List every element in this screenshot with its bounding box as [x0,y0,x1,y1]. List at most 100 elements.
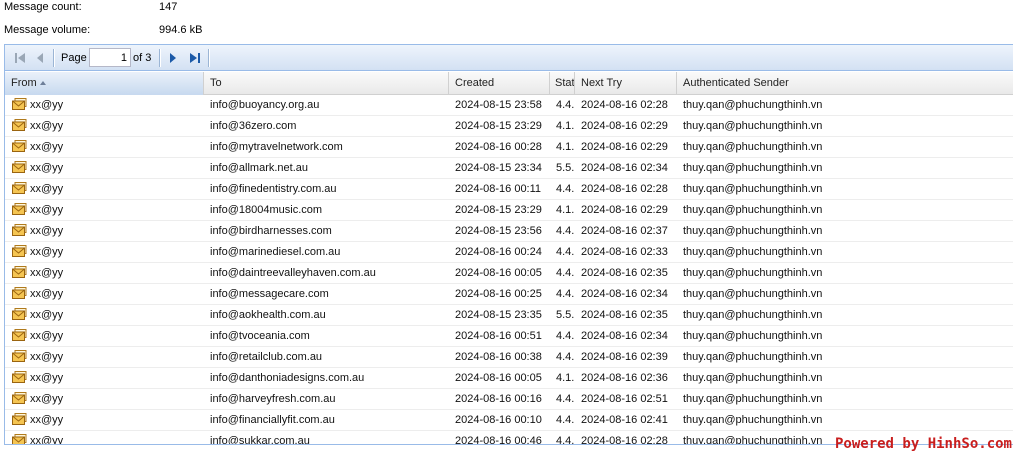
table-row[interactable]: xx@yy info@buoyancy.org.au 2024-08-15 23:5… [5,95,1013,116]
table-row[interactable]: xx@yy info@mytravelnetwork.com 2024-08-16 … [5,137,1013,158]
to-cell: info@allmark.net.au [210,162,308,174]
created-cell: 2024-08-16 00:05 [455,267,542,279]
from-address: xx@yy [30,204,64,216]
from-address: xx@yy [30,267,64,279]
table-row[interactable]: xx@yy info@financiallyfit.com.au 2024-08-1… [5,410,1013,431]
to-cell: info@mytravelnetwork.com [210,141,343,153]
authenticated-sender-cell: thuy.qan@phuchungthinh.vn [683,330,823,342]
queue-grid: Page of 3 From To Created Stat Next Try … [4,44,1013,445]
table-row[interactable]: xx@yy info@finedentistry.com.au 2024-08-16… [5,179,1013,200]
created-cell: 2024-08-15 23:34 [455,162,542,174]
authenticated-sender-cell: thuy.qan@phuchungthinh.vn [683,309,823,321]
envelope-icon [12,118,27,136]
authenticated-sender-cell: thuy.qan@phuchungthinh.vn [683,288,823,300]
envelope-icon [12,244,27,262]
next-page-button[interactable] [165,50,181,66]
from-address: xx@yy [30,372,64,384]
column-header-from[interactable]: From [5,72,204,95]
to-cell: info@financiallyfit.com.au [210,414,335,426]
from-address: xx@yy [30,288,64,300]
created-cell: 2024-08-16 00:10 [455,414,542,426]
next-try-cell: 2024-08-16 02:34 [581,330,668,342]
from-address: xx@yy [30,351,64,363]
toolbar-separator [208,49,210,67]
from-address: xx@yy [30,246,64,258]
envelope-icon [12,349,27,367]
envelope-icon [12,433,27,444]
last-page-icon [190,53,200,63]
column-header-to[interactable]: To [204,72,449,95]
column-header-label: Next Try [581,77,622,89]
created-cell: 2024-08-15 23:56 [455,225,542,237]
status-cell: 4.4. [556,414,575,426]
table-row[interactable]: xx@yy info@danthoniadesigns.com.au 2024-08… [5,368,1013,389]
from-address: xx@yy [30,120,64,132]
from-address: xx@yy [30,183,64,195]
envelope-icon [12,223,27,241]
next-page-icon [170,53,176,63]
next-try-cell: 2024-08-16 02:51 [581,393,668,405]
authenticated-sender-cell: thuy.qan@phuchungthinh.vn [683,99,823,111]
from-cell: xx@yy [5,263,204,283]
envelope-icon [12,202,27,220]
table-row[interactable]: xx@yy info@tvoceania.com 2024-08-16 00:51 4… [5,326,1013,347]
table-row[interactable]: xx@yy info@36zero.com 2024-08-15 23:29 4.1.… [5,116,1013,137]
next-try-cell: 2024-08-16 02:36 [581,372,668,384]
table-row[interactable]: xx@yy info@marinediesel.com.au 2024-08-16 … [5,242,1013,263]
table-row[interactable]: xx@yy info@allmark.net.au 2024-08-15 23:34… [5,158,1013,179]
page-total-label: of 3 [133,52,152,64]
status-cell: 4.4. [556,183,575,195]
authenticated-sender-cell: thuy.qan@phuchungthinh.vn [683,204,823,216]
prev-page-button[interactable] [32,50,48,66]
authenticated-sender-cell: thuy.qan@phuchungthinh.vn [683,414,823,426]
authenticated-sender-cell: thuy.qan@phuchungthinh.vn [683,267,823,279]
from-address: xx@yy [30,99,64,111]
envelope-icon [12,160,27,178]
to-cell: info@daintreevalleyhaven.com.au [210,267,376,279]
status-cell: 4.4. [556,330,575,342]
from-cell: xx@yy [5,389,204,409]
from-address: xx@yy [30,330,64,342]
table-row[interactable]: xx@yy info@birdharnesses.com 2024-08-15 23… [5,221,1013,242]
column-header-authenticated-sender[interactable]: Authenticated Sender [677,72,1013,95]
table-row[interactable]: xx@yy info@harveyfresh.com.au 2024-08-16 0… [5,389,1013,410]
table-row[interactable]: xx@yy info@retailclub.com.au 2024-08-16 00… [5,347,1013,368]
column-header-label: Created [455,77,495,89]
to-cell: info@aokhealth.com.au [210,309,326,321]
created-cell: 2024-08-15 23:29 [455,204,542,216]
from-cell: xx@yy [5,200,204,220]
envelope-icon [12,181,27,199]
envelope-icon [12,286,27,304]
from-cell: xx@yy [5,95,204,115]
table-row[interactable]: xx@yy info@daintreevalleyhaven.com.au 2024… [5,263,1013,284]
created-cell: 2024-08-15 23:35 [455,309,542,321]
from-cell: xx@yy [5,116,204,136]
message-volume-label: Message volume: [4,24,91,36]
table-row[interactable]: xx@yy info@messagecare.com 2024-08-16 00:2… [5,284,1013,305]
first-page-button[interactable] [12,50,28,66]
authenticated-sender-cell: thuy.qan@phuchungthinh.vn [683,372,823,384]
from-address: xx@yy [30,141,64,153]
from-cell: xx@yy [5,305,204,325]
column-header-created[interactable]: Created [449,72,550,95]
column-header-next-try[interactable]: Next Try [575,72,677,95]
column-header-status[interactable]: Stat [550,72,575,95]
envelope-icon [12,97,27,115]
message-count-value: 147 [159,1,178,13]
status-cell: 4.4. [556,435,575,445]
from-address: xx@yy [30,225,64,237]
from-address: xx@yy [30,435,64,445]
status-cell: 4.1. [556,204,575,216]
last-page-button[interactable] [187,50,203,66]
page-number-input[interactable] [89,48,131,67]
table-row[interactable]: xx@yy info@18004music.com 2024-08-15 23:29… [5,200,1013,221]
table-row[interactable]: xx@yy info@aokhealth.com.au 2024-08-15 23:… [5,305,1013,326]
envelope-icon [12,412,27,430]
next-try-cell: 2024-08-16 02:35 [581,267,668,279]
next-try-cell: 2024-08-16 02:33 [581,246,668,258]
to-cell: info@36zero.com [210,120,297,132]
to-cell: info@marinediesel.com.au [210,246,341,258]
column-header-label: Authenticated Sender [683,77,789,89]
from-cell: xx@yy [5,431,204,445]
envelope-icon [12,139,27,157]
